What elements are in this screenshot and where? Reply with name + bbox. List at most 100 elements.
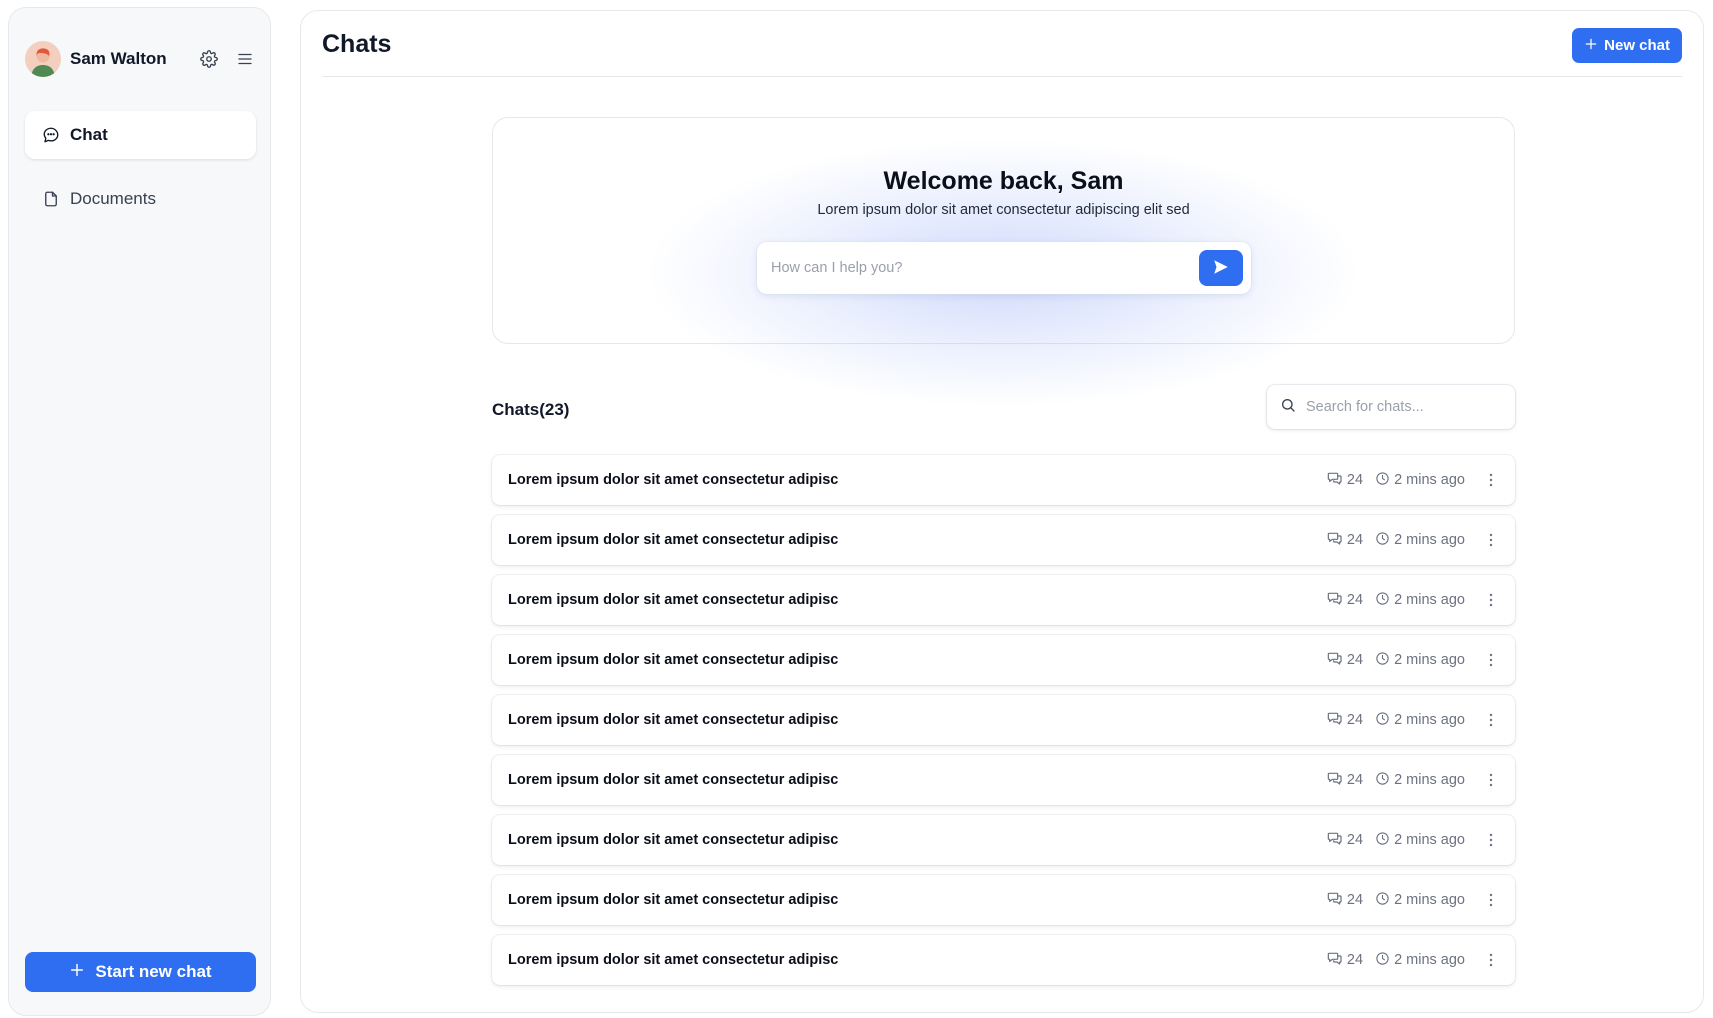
chat-list-item[interactable]: Lorem ipsum dolor sit amet consectetur a…	[492, 815, 1515, 865]
chat-meta: 24 2 mins ago	[1327, 470, 1499, 490]
message-count-value: 24	[1346, 712, 1364, 728]
clock-icon	[1375, 771, 1390, 790]
chat-meta: 24 2 mins ago	[1327, 650, 1499, 670]
message-count-value: 24	[1346, 772, 1364, 788]
chat-title: Lorem ipsum dolor sit amet consectetur a…	[508, 832, 839, 848]
messages-icon	[1327, 470, 1343, 490]
app-root: Sam Walton Chat Documents Start new chat…	[0, 0, 1713, 1018]
message-count: 24	[1327, 830, 1363, 850]
chat-list-item[interactable]: Lorem ipsum dolor sit amet consectetur a…	[492, 575, 1515, 625]
message-count-value: 24	[1346, 952, 1364, 968]
message-count: 24	[1327, 650, 1363, 670]
more-options-icon[interactable]	[1483, 650, 1499, 670]
message-count-value: 24	[1346, 832, 1364, 848]
welcome-subtitle: Lorem ipsum dolor sit amet consectetur a…	[817, 202, 1190, 218]
sidebar: Sam Walton Chat Documents Start new chat	[8, 7, 271, 1016]
search-input[interactable]	[1306, 399, 1506, 415]
chat-title: Lorem ipsum dolor sit amet consectetur a…	[508, 712, 839, 728]
messages-icon	[1327, 890, 1343, 910]
chat-list-item[interactable]: Lorem ipsum dolor sit amet consectetur a…	[492, 875, 1515, 925]
timestamp-value: 2 mins ago	[1394, 472, 1465, 488]
chat-meta: 24 2 mins ago	[1327, 710, 1499, 730]
message-count-value: 24	[1346, 532, 1364, 548]
more-options-icon[interactable]	[1483, 530, 1499, 550]
welcome-card: Welcome back, Sam Lorem ipsum dolor sit …	[492, 117, 1515, 408]
more-options-icon[interactable]	[1483, 830, 1499, 850]
messages-icon	[1327, 650, 1343, 670]
chat-title: Lorem ipsum dolor sit amet consectetur a…	[508, 772, 839, 788]
settings-gear-icon[interactable]	[197, 47, 221, 71]
timestamp: 2 mins ago	[1375, 711, 1465, 730]
chat-search	[1267, 385, 1515, 429]
new-chat-button[interactable]: New chat	[1572, 28, 1682, 63]
timestamp: 2 mins ago	[1375, 591, 1465, 610]
messages-icon	[1327, 530, 1343, 550]
main-panel: Chats New chat Welcome back, Sam Lorem i…	[300, 10, 1704, 1013]
timestamp: 2 mins ago	[1375, 471, 1465, 490]
new-chat-label: New chat	[1604, 37, 1670, 54]
clock-icon	[1375, 891, 1390, 910]
more-options-icon[interactable]	[1483, 470, 1499, 490]
more-options-icon[interactable]	[1483, 770, 1499, 790]
message-count: 24	[1327, 710, 1363, 730]
timestamp-value: 2 mins ago	[1394, 592, 1465, 608]
chats-heading: Chats(23)	[492, 400, 569, 420]
messages-icon	[1327, 950, 1343, 970]
messages-icon	[1327, 590, 1343, 610]
timestamp: 2 mins ago	[1375, 531, 1465, 550]
more-options-icon[interactable]	[1483, 590, 1499, 610]
chat-list-item[interactable]: Lorem ipsum dolor sit amet consectetur a…	[492, 935, 1515, 985]
prompt-input[interactable]	[771, 242, 1191, 294]
sidebar-item-label: Chat	[70, 125, 108, 144]
sidebar-item-documents[interactable]: Documents	[25, 175, 256, 223]
chat-title: Lorem ipsum dolor sit amet consectetur a…	[508, 592, 839, 608]
prompt-box	[757, 242, 1251, 294]
clock-icon	[1375, 531, 1390, 550]
timestamp: 2 mins ago	[1375, 651, 1465, 670]
page-title: Chats	[322, 30, 392, 58]
sidebar-item-chat[interactable]: Chat	[25, 111, 256, 159]
chat-title: Lorem ipsum dolor sit amet consectetur a…	[508, 652, 839, 668]
timestamp-value: 2 mins ago	[1394, 772, 1465, 788]
timestamp: 2 mins ago	[1375, 951, 1465, 970]
message-count: 24	[1327, 590, 1363, 610]
more-options-icon[interactable]	[1483, 710, 1499, 730]
hamburger-menu-icon[interactable]	[233, 47, 257, 71]
timestamp: 2 mins ago	[1375, 891, 1465, 910]
send-button[interactable]	[1199, 250, 1243, 286]
chat-title: Lorem ipsum dolor sit amet consectetur a…	[508, 472, 839, 488]
timestamp: 2 mins ago	[1375, 831, 1465, 850]
sidebar-item-label: Documents	[70, 189, 156, 208]
chat-list-item[interactable]: Lorem ipsum dolor sit amet consectetur a…	[492, 755, 1515, 805]
header-divider	[322, 76, 1682, 77]
timestamp-value: 2 mins ago	[1394, 952, 1465, 968]
chat-meta: 24 2 mins ago	[1327, 950, 1499, 970]
messages-icon	[1327, 830, 1343, 850]
timestamp-value: 2 mins ago	[1394, 652, 1465, 668]
plus-icon	[69, 962, 85, 983]
send-arrow-icon	[1212, 258, 1230, 279]
more-options-icon[interactable]	[1483, 890, 1499, 910]
chat-list-item[interactable]: Lorem ipsum dolor sit amet consectetur a…	[492, 455, 1515, 505]
clock-icon	[1375, 591, 1390, 610]
welcome-title: Welcome back, Sam	[883, 167, 1124, 195]
chat-list-item[interactable]: Lorem ipsum dolor sit amet consectetur a…	[492, 695, 1515, 745]
message-count: 24	[1327, 950, 1363, 970]
clock-icon	[1375, 831, 1390, 850]
chat-meta: 24 2 mins ago	[1327, 770, 1499, 790]
chat-list-item[interactable]: Lorem ipsum dolor sit amet consectetur a…	[492, 515, 1515, 565]
more-options-icon[interactable]	[1483, 950, 1499, 970]
chat-bubble-icon	[42, 126, 60, 144]
start-new-chat-button[interactable]: Start new chat	[25, 952, 256, 992]
chat-meta: 24 2 mins ago	[1327, 830, 1499, 850]
avatar[interactable]	[25, 41, 61, 77]
timestamp: 2 mins ago	[1375, 771, 1465, 790]
start-new-chat-label: Start new chat	[95, 962, 212, 981]
chat-meta: 24 2 mins ago	[1327, 890, 1499, 910]
message-count-value: 24	[1346, 652, 1364, 668]
clock-icon	[1375, 951, 1390, 970]
timestamp-value: 2 mins ago	[1394, 832, 1465, 848]
message-count: 24	[1327, 530, 1363, 550]
chat-list-item[interactable]: Lorem ipsum dolor sit amet consectetur a…	[492, 635, 1515, 685]
user-profile: Sam Walton	[25, 39, 257, 79]
